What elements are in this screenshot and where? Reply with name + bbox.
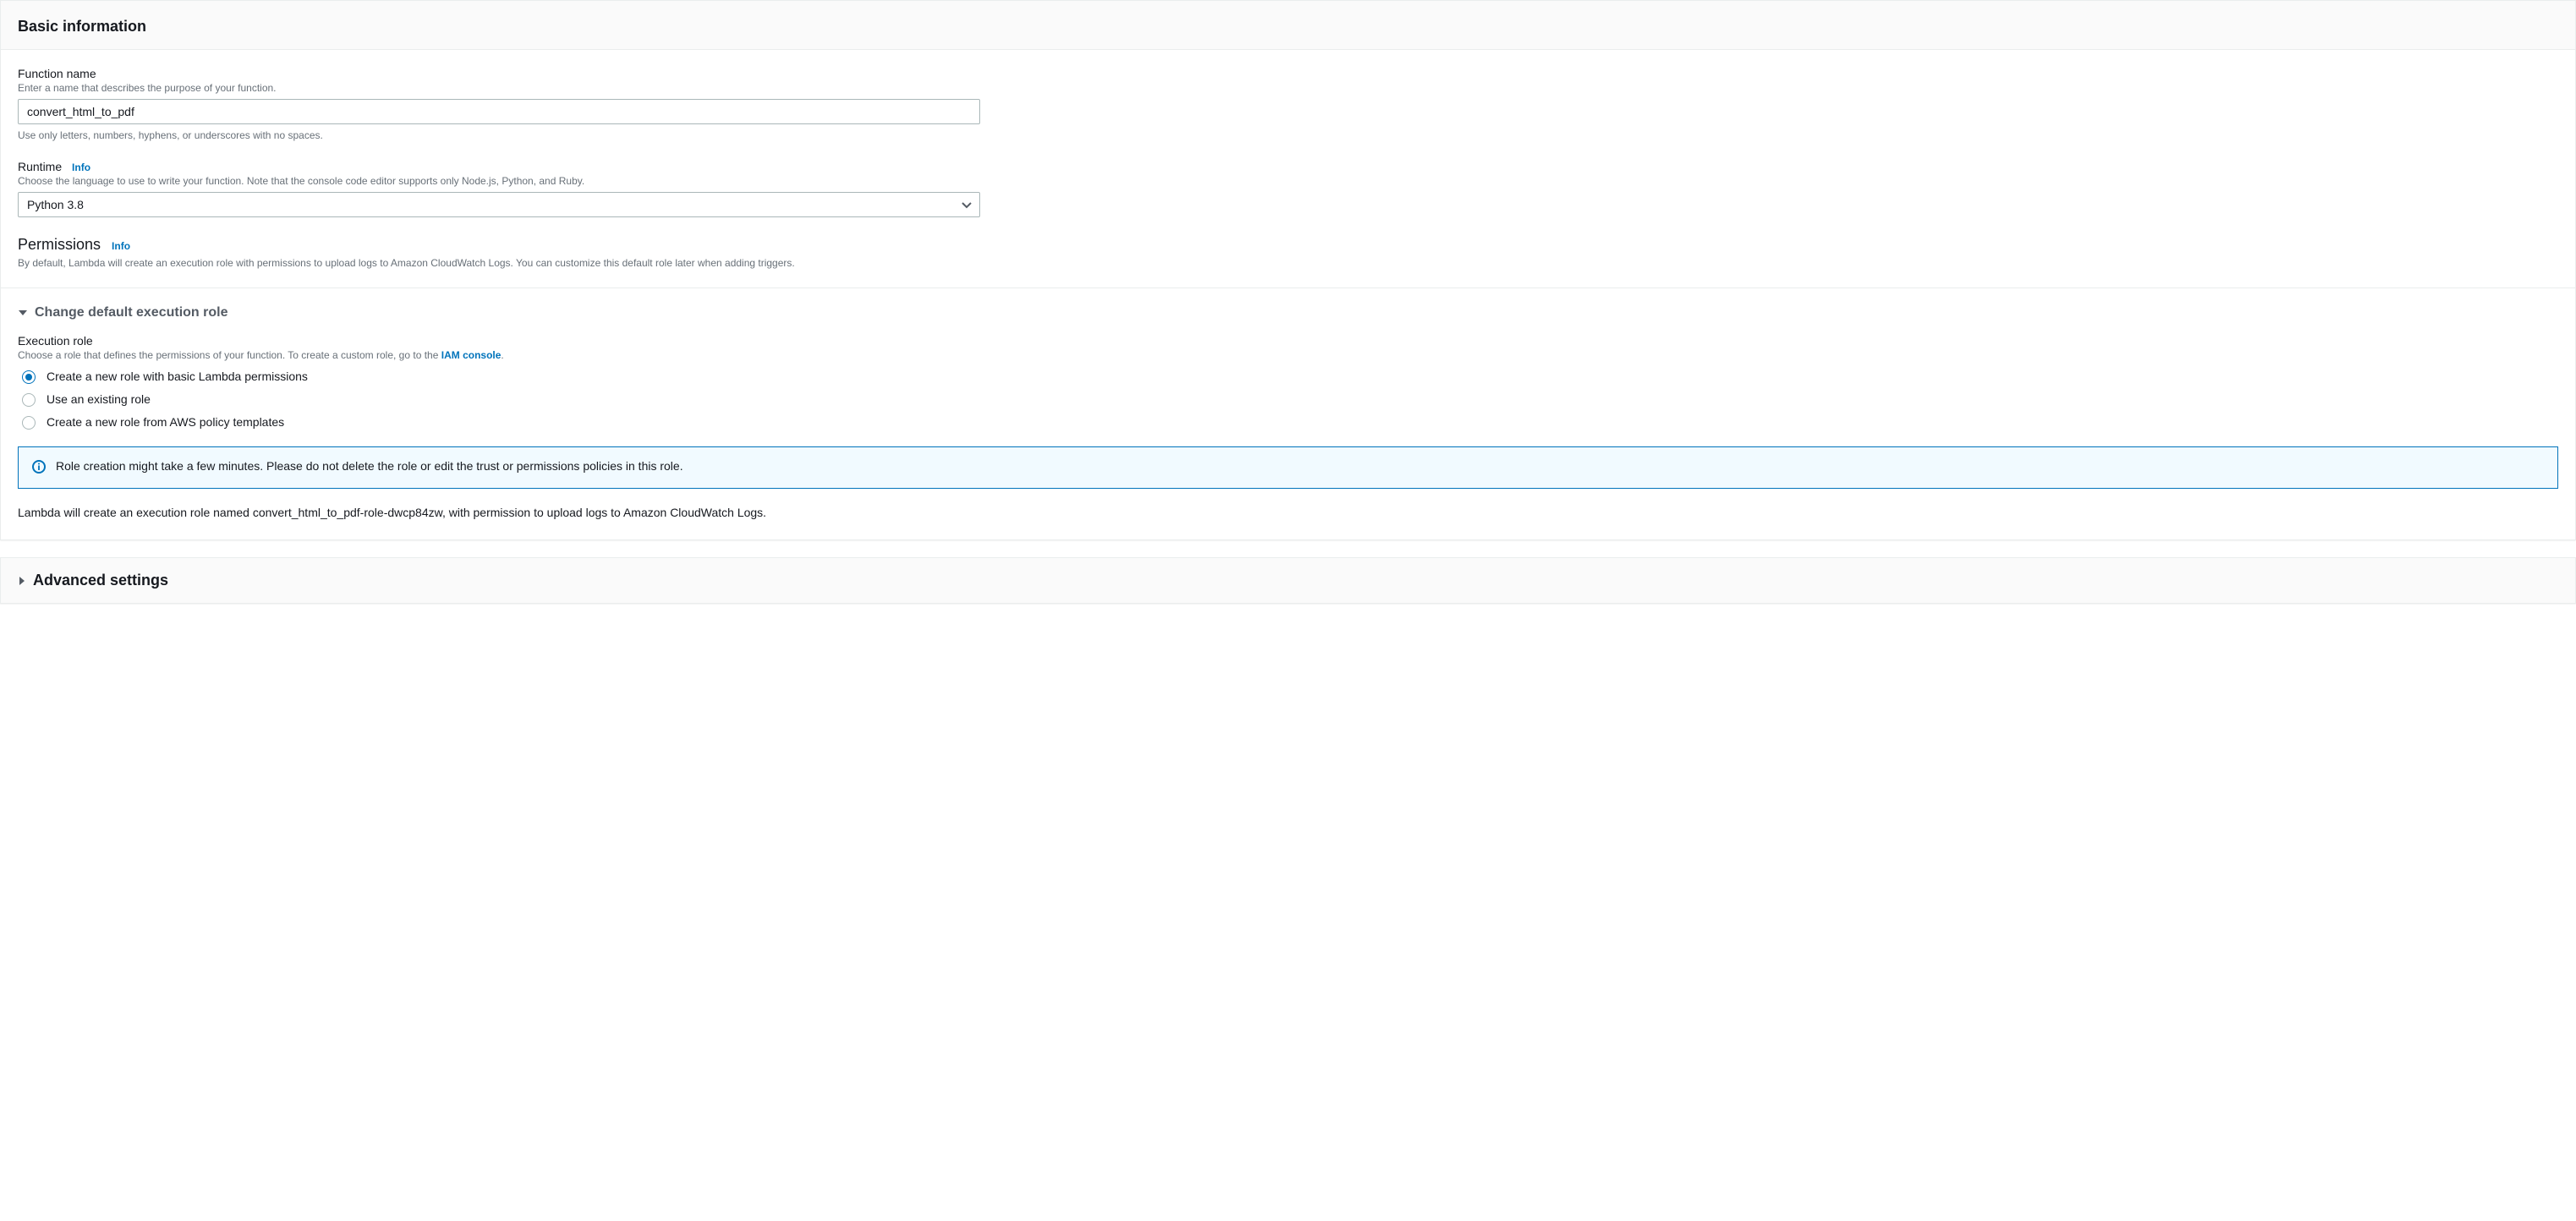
- radio-option-new-basic: Create a new role with basic Lambda perm…: [18, 368, 2558, 384]
- function-name-field: Function name Enter a name that describe…: [18, 67, 2558, 141]
- radio-existing-label[interactable]: Use an existing role: [47, 392, 151, 406]
- role-creation-info-text: Role creation might take a few minutes. …: [56, 459, 683, 473]
- advanced-settings-toggle[interactable]: Advanced settings: [1, 558, 2575, 603]
- execution-role-label: Execution role: [18, 334, 2558, 348]
- runtime-field: Runtime Info Choose the language to use …: [18, 160, 2558, 217]
- runtime-label: Runtime: [18, 160, 62, 173]
- change-execution-role-heading: Change default execution role: [35, 305, 227, 320]
- radio-option-existing: Use an existing role: [18, 391, 2558, 407]
- basic-information-panel: Basic information Function name Enter a …: [0, 0, 2576, 540]
- runtime-label-row: Runtime Info: [18, 160, 2558, 173]
- info-icon: [32, 460, 46, 476]
- iam-console-link[interactable]: IAM console: [441, 349, 501, 361]
- radio-new-basic-label[interactable]: Create a new role with basic Lambda perm…: [47, 370, 308, 383]
- function-name-input[interactable]: [18, 99, 980, 124]
- permissions-section: Permissions Info By default, Lambda will…: [18, 236, 2558, 269]
- permissions-description: By default, Lambda will create an execut…: [18, 257, 2558, 269]
- caret-right-icon: [18, 576, 26, 586]
- radio-option-from-template: Create a new role from AWS policy templa…: [18, 413, 2558, 430]
- change-execution-role-toggle[interactable]: Change default execution role: [18, 305, 2558, 320]
- basic-information-header: Basic information: [1, 1, 2575, 50]
- advanced-settings-heading: Advanced settings: [33, 572, 168, 589]
- radio-existing[interactable]: [22, 393, 36, 407]
- permissions-heading-row: Permissions Info: [18, 236, 2558, 254]
- execution-role-description-suffix: .: [501, 349, 503, 361]
- role-creation-info-box: Role creation might take a few minutes. …: [18, 446, 2558, 489]
- advanced-settings-panel: Advanced settings: [0, 557, 2576, 604]
- permissions-info-link[interactable]: Info: [112, 240, 130, 252]
- basic-information-heading: Basic information: [18, 18, 2558, 36]
- runtime-select[interactable]: Python 3.8: [18, 192, 980, 217]
- radio-new-basic[interactable]: [22, 370, 36, 384]
- function-name-hint: Use only letters, numbers, hyphens, or u…: [18, 129, 2558, 141]
- execution-role-description: Choose a role that defines the permissio…: [18, 349, 2558, 361]
- runtime-select-wrapper: Python 3.8: [18, 192, 980, 217]
- function-name-label: Function name: [18, 67, 2558, 80]
- function-name-description: Enter a name that describes the purpose …: [18, 82, 2558, 94]
- execution-role-section: Change default execution role Execution …: [1, 287, 2575, 519]
- radio-from-template-label[interactable]: Create a new role from AWS policy templa…: [47, 415, 284, 429]
- permissions-heading: Permissions: [18, 236, 101, 253]
- execution-role-description-prefix: Choose a role that defines the permissio…: [18, 349, 441, 361]
- runtime-info-link[interactable]: Info: [72, 162, 90, 173]
- caret-down-icon: [18, 309, 28, 317]
- radio-from-template[interactable]: [22, 416, 36, 430]
- basic-information-body: Function name Enter a name that describe…: [1, 50, 2575, 539]
- execution-role-radio-group: Create a new role with basic Lambda perm…: [18, 368, 2558, 430]
- runtime-description: Choose the language to use to write your…: [18, 175, 2558, 187]
- role-creation-text: Lambda will create an execution role nam…: [18, 506, 2558, 519]
